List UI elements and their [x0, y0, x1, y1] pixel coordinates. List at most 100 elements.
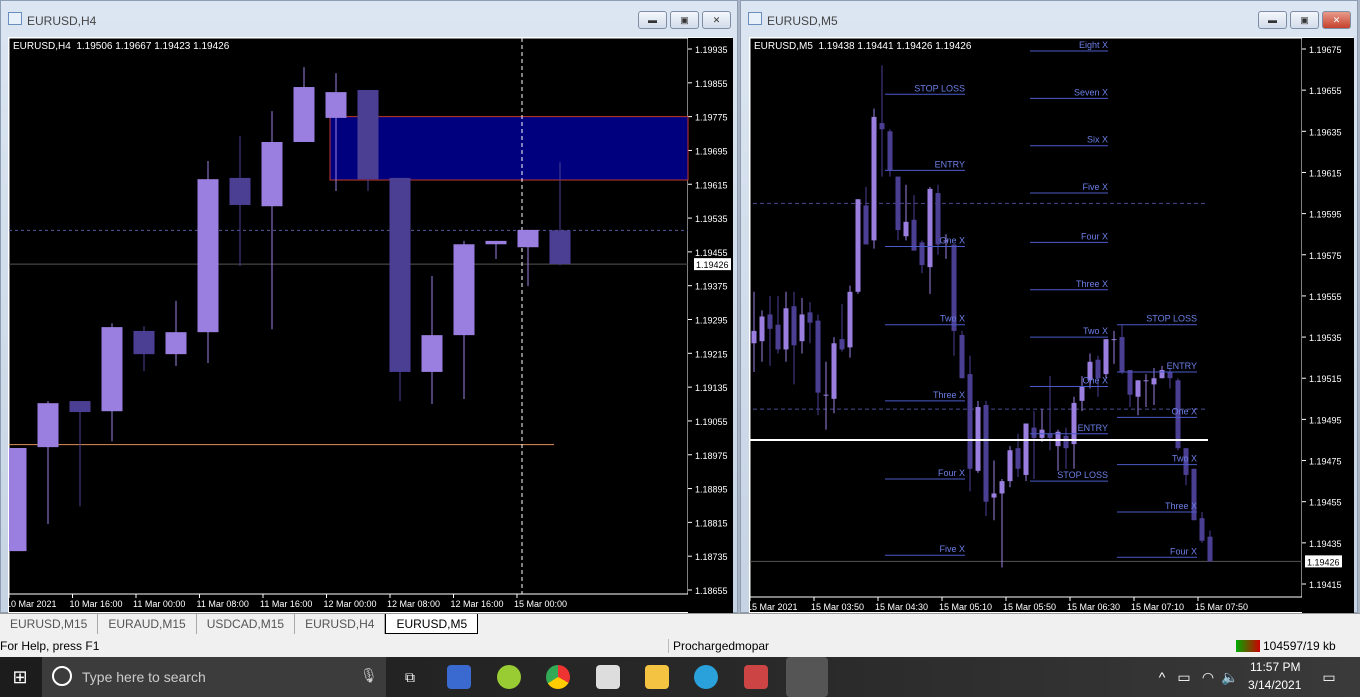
time-label: 15 Mar 05:10 [939, 602, 992, 612]
bear-candle [959, 335, 965, 379]
bull-candle [799, 314, 805, 342]
bull-candle [975, 407, 981, 471]
bull-candle [1151, 378, 1157, 385]
bear-candle [887, 131, 893, 171]
plot-border [750, 38, 1303, 598]
title-bar[interactable]: EURUSD,M5 ▬ ▣ ✕ [741, 1, 1357, 37]
time-label: 15 Mar 07:50 [1195, 602, 1248, 612]
volume-icon[interactable]: 🔈 [1218, 665, 1242, 689]
price-label: 1.19595 [1309, 210, 1342, 220]
close-button[interactable]: ✕ [1322, 11, 1351, 29]
windows-start-icon[interactable]: ⊞ [8, 665, 32, 689]
level-label: Two X [1083, 326, 1108, 336]
level-label: Four X [938, 468, 965, 478]
notifications-icon[interactable]: ▭ [1317, 665, 1341, 689]
window-title: EURUSD,H4 [27, 14, 97, 28]
bear-candle [911, 219, 917, 251]
bear-candle [1191, 468, 1197, 521]
price-label: 1.19775 [695, 113, 728, 123]
price-label: 1.19615 [1309, 168, 1342, 178]
tab-eurusd-h4[interactable]: EURUSD,H4 [295, 614, 386, 634]
bull-candle [903, 221, 909, 237]
bear-candle [863, 205, 869, 245]
level-label: Three X [1076, 279, 1108, 289]
wifi-icon[interactable]: ◠ [1196, 665, 1220, 689]
price-label: 1.19215 [695, 349, 728, 359]
bull-candle [421, 335, 443, 372]
bull-candle [485, 240, 507, 245]
chevron-up-icon[interactable]: ^ [1150, 665, 1174, 689]
price-label: 1.18655 [695, 586, 728, 596]
time-label: 15 Mar 00:00 [514, 599, 567, 609]
chart-m5[interactable]: 1.19675 1.19655 1.19635 1.19615 1.19595 1.195… [749, 37, 1354, 614]
bull-candle [831, 343, 837, 399]
clock-time[interactable]: 11:57 PM [1250, 660, 1300, 674]
bear-candle [229, 177, 251, 205]
bull-candle [325, 92, 347, 118]
current-price-label: 1.19426 [696, 260, 729, 270]
price-label: 1.19695 [695, 146, 728, 156]
price-label: 1.19635 [1309, 127, 1342, 137]
bear-candle [357, 89, 379, 180]
battery-icon[interactable]: ▭ [1172, 665, 1196, 689]
level-label: ENTRY [1078, 423, 1108, 433]
maximize-button[interactable]: ▣ [670, 11, 699, 29]
level-label: One X [939, 236, 965, 246]
window-eurusd-h4: EURUSD,H4 ▬ ▣ ✕ 1.19935 1.19855 1.19775 1.196… [0, 0, 738, 614]
search-box[interactable]: Type here to search 🎙 [42, 657, 386, 697]
bull-candle [1023, 423, 1029, 475]
level-label: Three X [933, 390, 965, 400]
clock-date[interactable]: 3/14/2021 [1248, 678, 1301, 692]
file-explorer-icon[interactable] [645, 665, 669, 689]
time-label: 15 Mar 05:50 [1003, 602, 1056, 612]
level-label: Four X [1081, 231, 1108, 241]
price-label: 1.19935 [695, 45, 728, 55]
bull-candle [999, 481, 1005, 494]
bear-candle [1047, 433, 1053, 438]
maximize-button[interactable]: ▣ [1290, 11, 1319, 29]
app-paint-icon[interactable] [744, 665, 768, 689]
app-icon[interactable] [447, 665, 471, 689]
bear-candle [839, 339, 845, 350]
price-label: 1.19495 [1309, 415, 1342, 425]
price-label: 1.19415 [1309, 580, 1342, 590]
help-text: For Help, press F1 [0, 639, 100, 653]
level-label: Seven X [1074, 87, 1108, 97]
minimize-button[interactable]: ▬ [638, 11, 667, 29]
minimize-button[interactable]: ▬ [1258, 11, 1287, 29]
telegram-icon[interactable] [694, 665, 718, 689]
bear-candle [1031, 427, 1037, 438]
time-label: 11 Mar 16:00 [260, 599, 312, 609]
bull-candle [1103, 339, 1109, 375]
level-label: Three X [1165, 501, 1197, 511]
bear-candle [1015, 448, 1021, 469]
calculator-icon[interactable] [596, 665, 620, 689]
bear-candle [549, 230, 571, 265]
tab-eurusd-m15[interactable]: EURUSD,M15 [0, 614, 99, 634]
task-view-icon[interactable]: ⧉ [398, 665, 422, 689]
chart-h4[interactable]: 1.19935 1.19855 1.19775 1.19695 1.19615 1.195… [8, 37, 733, 614]
connection-bars-icon [1236, 640, 1260, 652]
close-button[interactable]: ✕ [702, 11, 731, 29]
time-label: 12 Mar 16:00 [451, 599, 504, 609]
price-label: 1.18815 [695, 518, 728, 528]
bear-candle [1127, 370, 1133, 395]
bull-candle [1111, 339, 1117, 341]
price-axis [1302, 38, 1354, 614]
price-label: 1.19575 [1309, 251, 1342, 261]
tab-eurusd-m5[interactable]: EURUSD,M5 [385, 614, 479, 634]
bear-candle [775, 324, 781, 350]
chrome-icon[interactable] [546, 665, 570, 689]
level-label: One X [1082, 375, 1108, 385]
title-bar[interactable]: EURUSD,H4 ▬ ▣ ✕ [1, 1, 737, 37]
microphone-icon[interactable]: 🎙 [360, 667, 378, 684]
chart-header: EURUSD,M5 1.19438 1.19441 1.19426 1.1942… [754, 41, 972, 52]
bull-candle [1007, 450, 1013, 482]
tab-euraud-m15[interactable]: EURAUD,M15 [98, 614, 197, 634]
price-label: 1.19295 [695, 316, 728, 326]
status-bar: For Help, press F1 Prochargedmopar 10459… [0, 634, 1360, 657]
bear-candle [1063, 435, 1069, 449]
metatrader-icon[interactable] [786, 657, 828, 697]
tab-usdcad-m15[interactable]: USDCAD,M15 [197, 614, 296, 634]
app-n-icon[interactable] [497, 665, 521, 689]
